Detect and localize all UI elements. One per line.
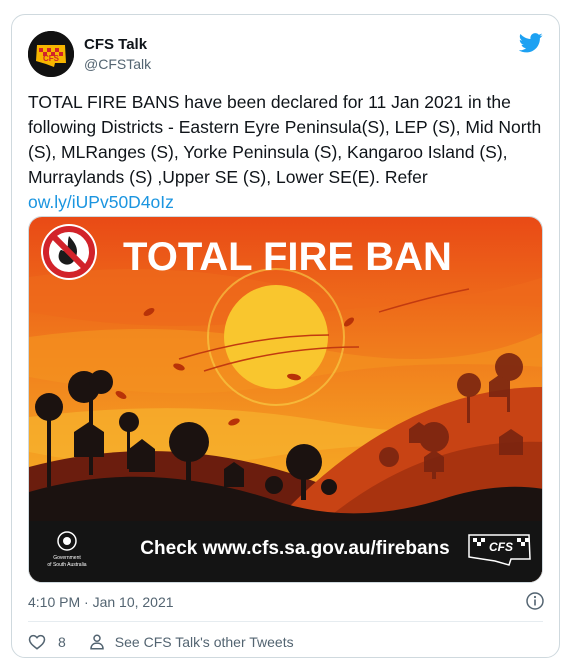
tweet-timestamp[interactable]: 4:10 PM · Jan 10, 2021 [28, 594, 174, 610]
government-line-2: of South Australia [47, 562, 86, 568]
see-other-tweets-link[interactable]: See CFS Talk's other Tweets [115, 634, 294, 650]
divider [28, 621, 543, 622]
like-count[interactable]: 8 [58, 634, 66, 650]
cfs-brand-text: CFS [489, 540, 513, 554]
avatar[interactable]: CFS [28, 31, 74, 77]
account-handle[interactable]: @CFSTalk [84, 56, 151, 72]
tweet-text: TOTAL FIRE BANS have been declared for 1… [28, 92, 542, 187]
government-line-1: Government [53, 555, 81, 561]
tweet-text-block: TOTAL FIRE BANS have been declared for 1… [28, 90, 543, 215]
tweet-actions: 8 See CFS Talk's other Tweets [28, 631, 294, 653]
cfs-logo-icon: CFS [28, 31, 74, 77]
image-cta: Check www.cfs.sa.gov.au/firebans [140, 538, 449, 559]
image-headline: TOTAL FIRE BAN [123, 235, 452, 279]
svg-text:CFS: CFS [43, 54, 60, 63]
account-name[interactable]: CFS Talk [84, 36, 147, 53]
tweet-card[interactable]: CFS CFS Talk @CFSTalk TOTAL FIRE BANS ha… [11, 14, 560, 658]
no-fire-icon [41, 224, 97, 280]
person-icon[interactable] [88, 633, 106, 651]
tweet-media-image[interactable]: TOTAL FIRE BAN Government of South Austr… [28, 216, 543, 583]
info-icon[interactable] [525, 591, 545, 611]
tweet-link[interactable]: ow.ly/iUPv50D4oIz [28, 192, 174, 212]
like-heart-icon[interactable] [28, 633, 46, 651]
twitter-bird-icon[interactable] [519, 33, 543, 53]
sun [224, 285, 328, 389]
